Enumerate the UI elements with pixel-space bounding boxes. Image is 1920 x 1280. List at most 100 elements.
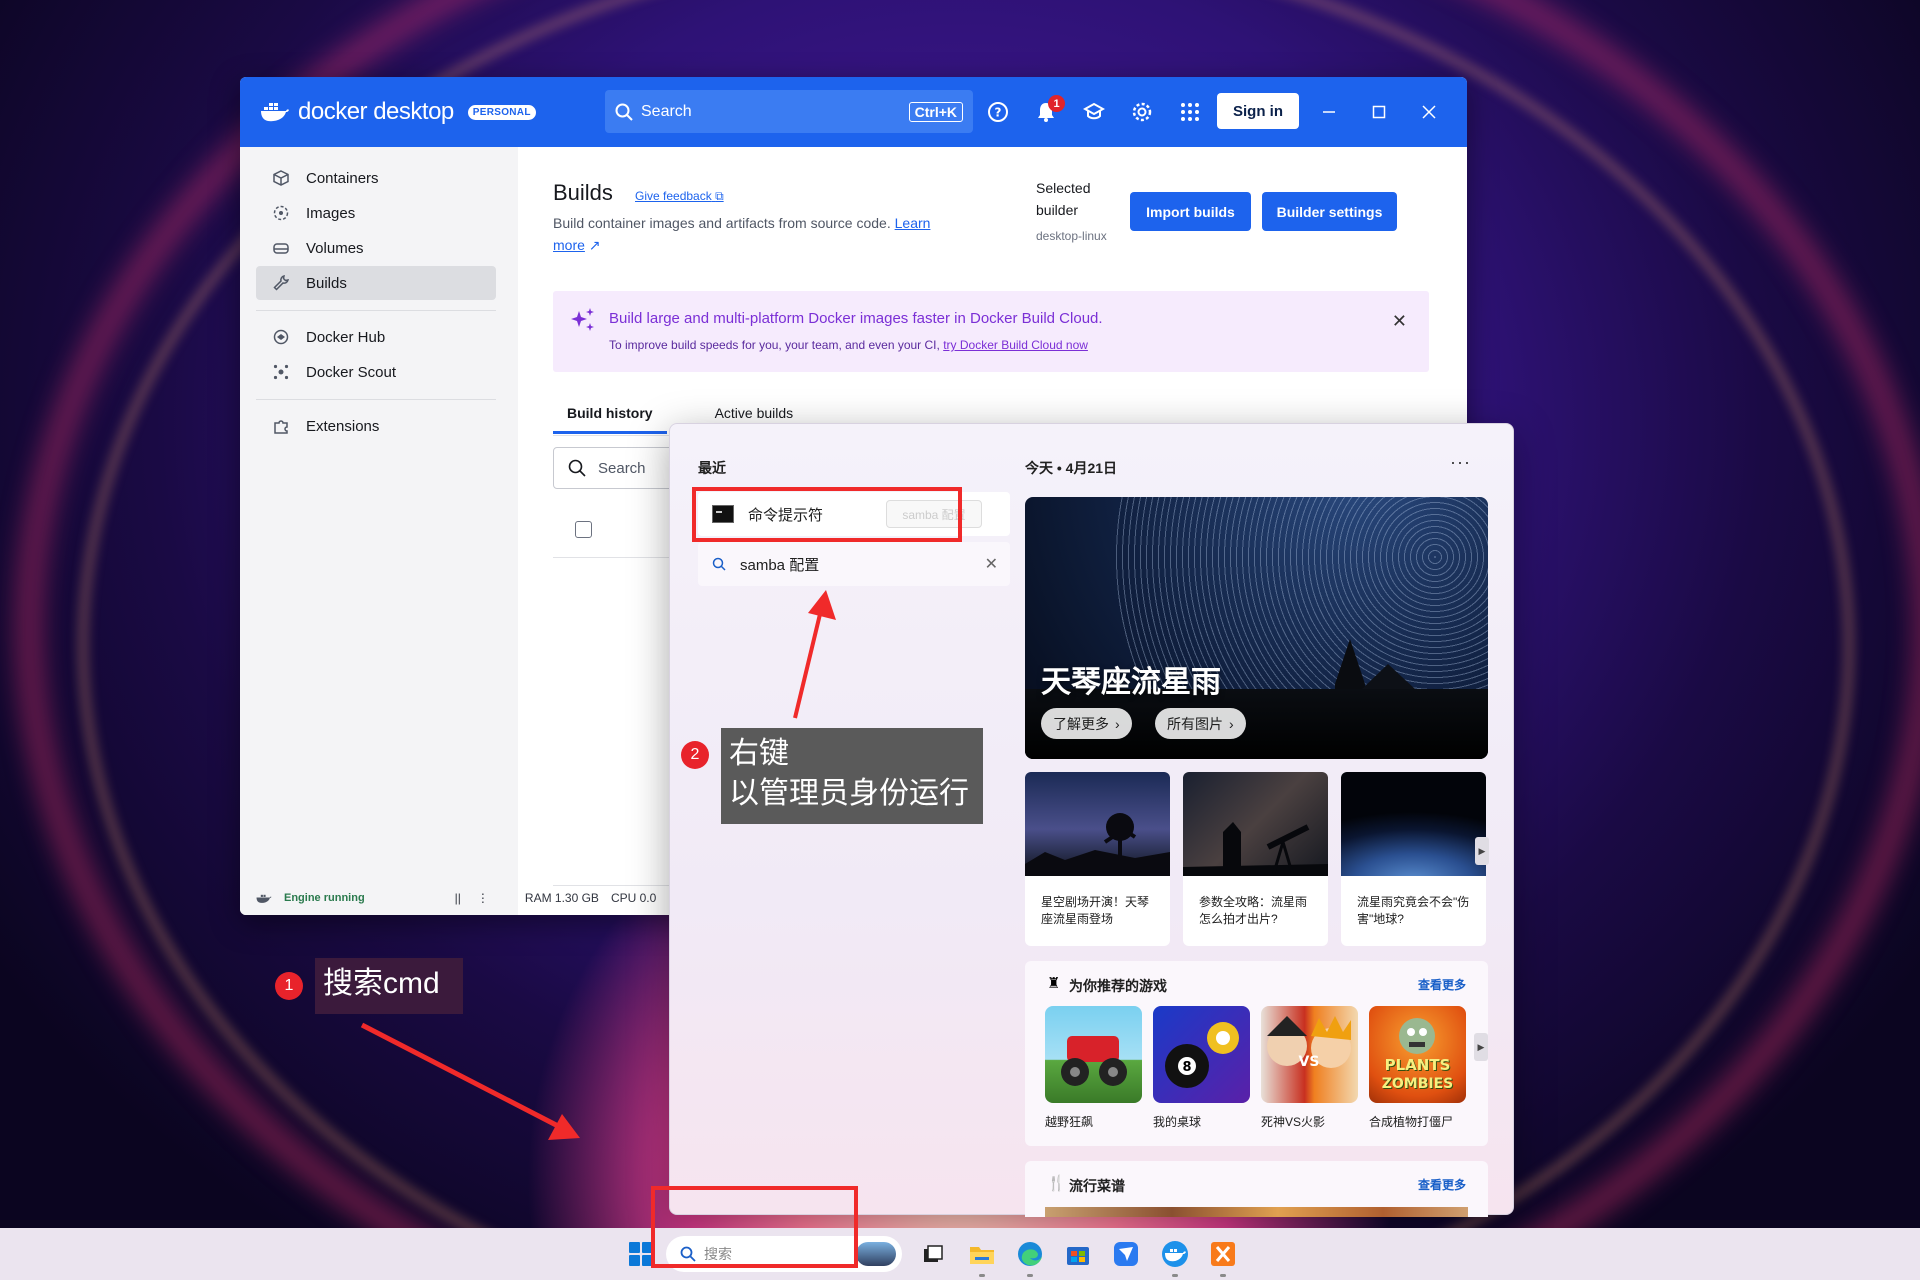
hero-card[interactable]: 天琴座流星雨 了解更多 › 所有图片 ›: [1025, 497, 1488, 759]
game-name: 越野狂飙: [1045, 1115, 1094, 1129]
help-icon[interactable]: ?: [985, 99, 1011, 125]
docker-sidebar: Containers Images Volumes Builds Docker …: [240, 147, 518, 915]
svg-text:VS: VS: [1299, 1054, 1320, 1070]
docker-logo: docker desktop PERSONAL: [260, 98, 600, 126]
recipes-see-more-link[interactable]: 查看更多: [1418, 1176, 1466, 1193]
game-name: 死神VS火影: [1261, 1115, 1326, 1129]
file-explorer-icon[interactable]: [967, 1239, 997, 1269]
game-tile[interactable]: PLANTS ZOMBIES 合成植物打僵尸: [1369, 1006, 1466, 1130]
banner-close-icon[interactable]: ✕: [1392, 311, 1407, 332]
sidebar-divider: [256, 310, 496, 311]
xampp-icon[interactable]: [1208, 1239, 1238, 1269]
settings-gear-icon[interactable]: [1129, 99, 1155, 125]
sparkles-icon: [571, 308, 594, 331]
engine-menu-button[interactable]: ⋮: [477, 891, 489, 905]
external-link-icon: ↗: [588, 237, 601, 253]
task-view-icon[interactable]: [918, 1239, 948, 1269]
sidebar-divider: [256, 399, 496, 400]
cards-scroll-right-icon[interactable]: ▶: [1475, 837, 1489, 865]
svg-text:8: 8: [1182, 1060, 1191, 1075]
fork-knife-icon: 🍴: [1047, 1175, 1066, 1192]
chevron-right-icon: ›: [1229, 715, 1234, 732]
extensions-puzzle-icon: [274, 420, 288, 434]
all-images-pill-button[interactable]: 所有图片 ›: [1155, 708, 1246, 739]
svg-text:?: ?: [995, 106, 1002, 120]
apps-grid-icon[interactable]: [1177, 99, 1203, 125]
sidebar-item-extensions[interactable]: Extensions: [256, 409, 496, 443]
recent-item-samba[interactable]: samba 配置 ✕: [698, 542, 1010, 586]
sidebar-item-label: Containers: [306, 169, 379, 187]
remove-recent-icon[interactable]: ✕: [985, 554, 998, 574]
milky-way-tree-image: [1025, 772, 1170, 876]
maximize-icon[interactable]: [1370, 103, 1388, 121]
feishu-lark-icon[interactable]: [1111, 1239, 1141, 1269]
microsoft-store-icon[interactable]: [1063, 1239, 1093, 1269]
select-all-checkbox[interactable]: [575, 521, 592, 538]
hill-climb-game-image: [1045, 1006, 1142, 1103]
docker-logo-text: docker desktop: [298, 98, 454, 125]
edge-browser-icon[interactable]: [1015, 1239, 1045, 1269]
give-feedback-link[interactable]: Give feedback ⧉: [635, 189, 724, 204]
running-indicator: [1220, 1274, 1226, 1277]
sidebar-item-volumes[interactable]: Volumes: [256, 231, 496, 265]
learn-more-pill-button[interactable]: 了解更多 ›: [1041, 708, 1132, 739]
docker-taskbar-icon[interactable]: [1160, 1239, 1190, 1269]
page-description: Build container images and artifacts fro…: [553, 212, 933, 256]
astronomer-telescope-image: [1183, 772, 1328, 876]
selected-builder-value: desktop-linux: [1036, 229, 1107, 243]
windows-taskbar: 搜索: [0, 1228, 1920, 1280]
tab-build-history[interactable]: Build history: [553, 405, 667, 434]
game-controller-icon: ♜: [1047, 975, 1061, 992]
import-builds-button[interactable]: Import builds: [1130, 192, 1251, 231]
banner-subtitle: To improve build speeds for you, your te…: [609, 338, 1088, 352]
game-tile[interactable]: 越野狂飙: [1045, 1006, 1142, 1130]
running-indicator: [1027, 1274, 1033, 1277]
sidebar-item-label: Extensions: [306, 417, 380, 435]
news-card[interactable]: 流星雨究竟会不会"伤害"地球?: [1341, 772, 1486, 946]
try-build-cloud-link[interactable]: try Docker Build Cloud now: [943, 338, 1088, 352]
sidebar-item-containers[interactable]: Containers: [256, 161, 496, 195]
highlight-command-prompt: [692, 487, 962, 542]
sidebar-item-label: Volumes: [306, 239, 364, 257]
game-tile[interactable]: VS 死神VS火影: [1261, 1006, 1358, 1130]
minimize-icon[interactable]: [1320, 103, 1338, 121]
sign-in-button[interactable]: Sign in: [1217, 93, 1299, 129]
bleach-vs-naruto-game-image: VS: [1261, 1006, 1358, 1103]
game-tile[interactable]: 8 我的桌球: [1153, 1006, 1250, 1130]
images-icon: [273, 205, 289, 221]
sidebar-item-docker-hub[interactable]: Docker Hub: [256, 320, 496, 354]
builds-search-placeholder: Search: [598, 459, 646, 477]
selected-builder-label-text: Selected builder: [1036, 180, 1091, 218]
games-see-more-link[interactable]: 查看更多: [1418, 976, 1466, 993]
news-card[interactable]: 星空剧场开演！天琴座流星雨登场: [1025, 772, 1170, 946]
close-icon[interactable]: [1420, 103, 1438, 121]
sidebar-item-builds[interactable]: Builds: [256, 266, 496, 300]
builder-settings-button[interactable]: Builder settings: [1262, 192, 1397, 231]
games-scroll-right-icon[interactable]: ▶: [1474, 1033, 1488, 1061]
engine-whale-icon: [256, 894, 272, 903]
notifications-bell-icon[interactable]: 1: [1033, 95, 1065, 125]
hero-title: 天琴座流星雨: [1041, 666, 1221, 699]
game-tile-title-line: PLANTS: [1384, 1056, 1451, 1074]
sidebar-item-docker-scout[interactable]: Docker Scout: [256, 355, 496, 389]
games-section-title: 为你推荐的游戏: [1069, 978, 1167, 994]
learning-center-icon[interactable]: [1081, 99, 1107, 125]
news-card[interactable]: 参数全攻略：流星雨怎么拍才出片?: [1183, 772, 1328, 946]
feedback-icon: ⧉: [715, 189, 724, 203]
recommended-games-section: ♜ 为你推荐的游戏 查看更多 越野狂飙 8 我的桌球 VS 死神VS火影 PLA…: [1025, 961, 1488, 1146]
running-indicator: [1172, 1274, 1178, 1277]
docker-global-search[interactable]: Search Ctrl+K: [605, 90, 973, 133]
sidebar-item-images[interactable]: Images: [256, 196, 496, 230]
billiards-game-image: 8: [1153, 1006, 1250, 1103]
trending-recipes-section: 🍴 流行菜谱 查看更多: [1025, 1161, 1488, 1217]
pause-engine-button[interactable]: ||: [455, 891, 461, 905]
windows-start-icon[interactable]: [629, 1242, 653, 1266]
banner-subtitle-text: To improve build speeds for you, your te…: [609, 338, 940, 352]
more-options-icon[interactable]: ···: [1450, 452, 1471, 473]
recipe-thumbnails-strip: [1045, 1207, 1468, 1217]
step-1-number: 1: [275, 972, 303, 1000]
step-2-line1: 右键: [729, 737, 789, 770]
step-2-line2: 以管理员身份运行: [729, 777, 969, 810]
search-highlight-image: [856, 1242, 896, 1266]
running-indicator: [979, 1274, 985, 1277]
